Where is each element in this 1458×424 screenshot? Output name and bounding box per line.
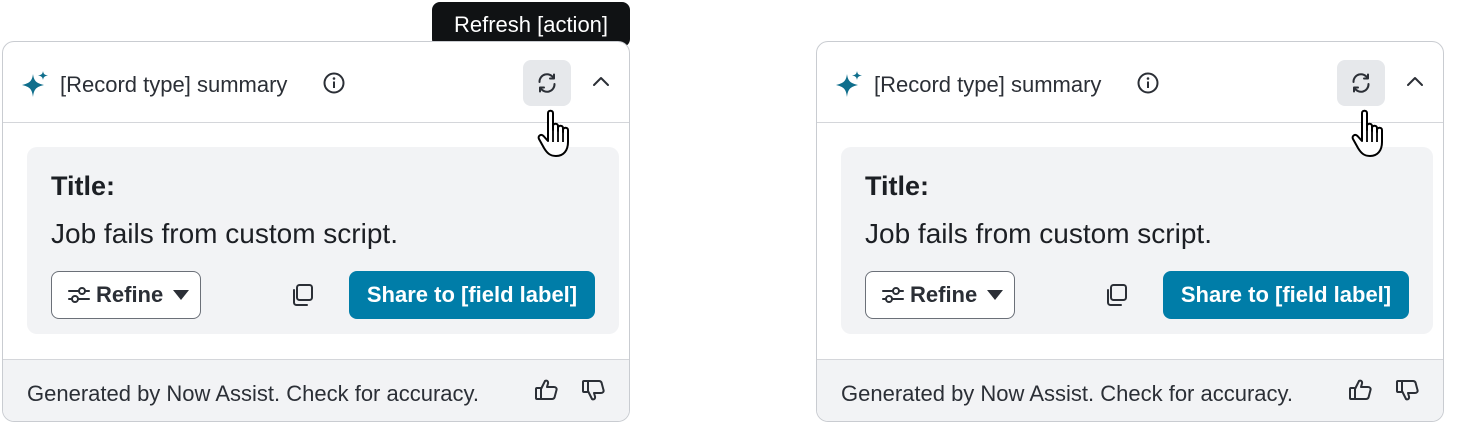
- info-icon[interactable]: [322, 71, 346, 95]
- summary-text: Job fails from custom script.: [51, 218, 398, 249]
- copy-icon[interactable]: [290, 283, 314, 307]
- hand-pointer-icon: [537, 109, 569, 157]
- thumbs-up-icon[interactable]: [534, 378, 560, 402]
- share-label: Share to [field label]: [1180, 282, 1392, 307]
- sliders-icon: [68, 287, 90, 303]
- thumbs-down-icon[interactable]: [1395, 378, 1421, 402]
- card-footer: Generated by Now Assist. Check for accur…: [817, 359, 1443, 421]
- hand-pointer-icon: [1351, 109, 1383, 157]
- thumbs-down-icon[interactable]: [581, 378, 607, 402]
- caret-down-icon: [173, 290, 189, 300]
- share-button[interactable]: Share to [field label]: [1163, 271, 1409, 319]
- tooltip-text: Refresh [action]: [453, 12, 609, 37]
- caret-down-icon: [987, 290, 1003, 300]
- sliders-icon: [882, 287, 904, 303]
- refresh-button[interactable]: [1337, 60, 1385, 106]
- card-footer: Generated by Now Assist. Check for accur…: [3, 359, 629, 421]
- card-title: [Record type] summary: [874, 72, 1102, 97]
- chevron-up-icon[interactable]: [1403, 70, 1427, 94]
- refresh-icon: [538, 73, 556, 93]
- summary-card: [Record type] summary Title: Job fails f…: [2, 41, 630, 422]
- info-icon[interactable]: [1136, 71, 1160, 95]
- refresh-icon: [1352, 73, 1370, 93]
- refine-button[interactable]: Refine: [51, 271, 201, 319]
- share-label: Share to [field label]: [366, 282, 578, 307]
- share-button[interactable]: Share to [field label]: [349, 271, 595, 319]
- chevron-up-icon[interactable]: [589, 70, 613, 94]
- copy-icon[interactable]: [1104, 283, 1128, 307]
- refine-label: Refine: [910, 282, 978, 307]
- summary-text: Job fails from custom script.: [865, 218, 1212, 249]
- disclaimer-text: Generated by Now Assist. Check for accur…: [27, 381, 479, 406]
- summary-label: Title:: [865, 171, 930, 201]
- refresh-button[interactable]: [523, 60, 571, 106]
- sparkle-icon: [22, 71, 48, 97]
- summary-content: Title: Job fails from custom script. Ref…: [841, 147, 1433, 334]
- disclaimer-text: Generated by Now Assist. Check for accur…: [841, 381, 1293, 406]
- summary-card: [Record type] summary Title: Job fails f…: [816, 41, 1444, 422]
- thumbs-up-icon[interactable]: [1348, 378, 1374, 402]
- card-title: [Record type] summary: [60, 72, 288, 97]
- refine-button[interactable]: Refine: [865, 271, 1015, 319]
- refine-label: Refine: [96, 282, 164, 307]
- summary-content: Title: Job fails from custom script. Ref…: [27, 147, 619, 334]
- sparkle-icon: [836, 71, 862, 97]
- summary-label: Title:: [51, 171, 116, 201]
